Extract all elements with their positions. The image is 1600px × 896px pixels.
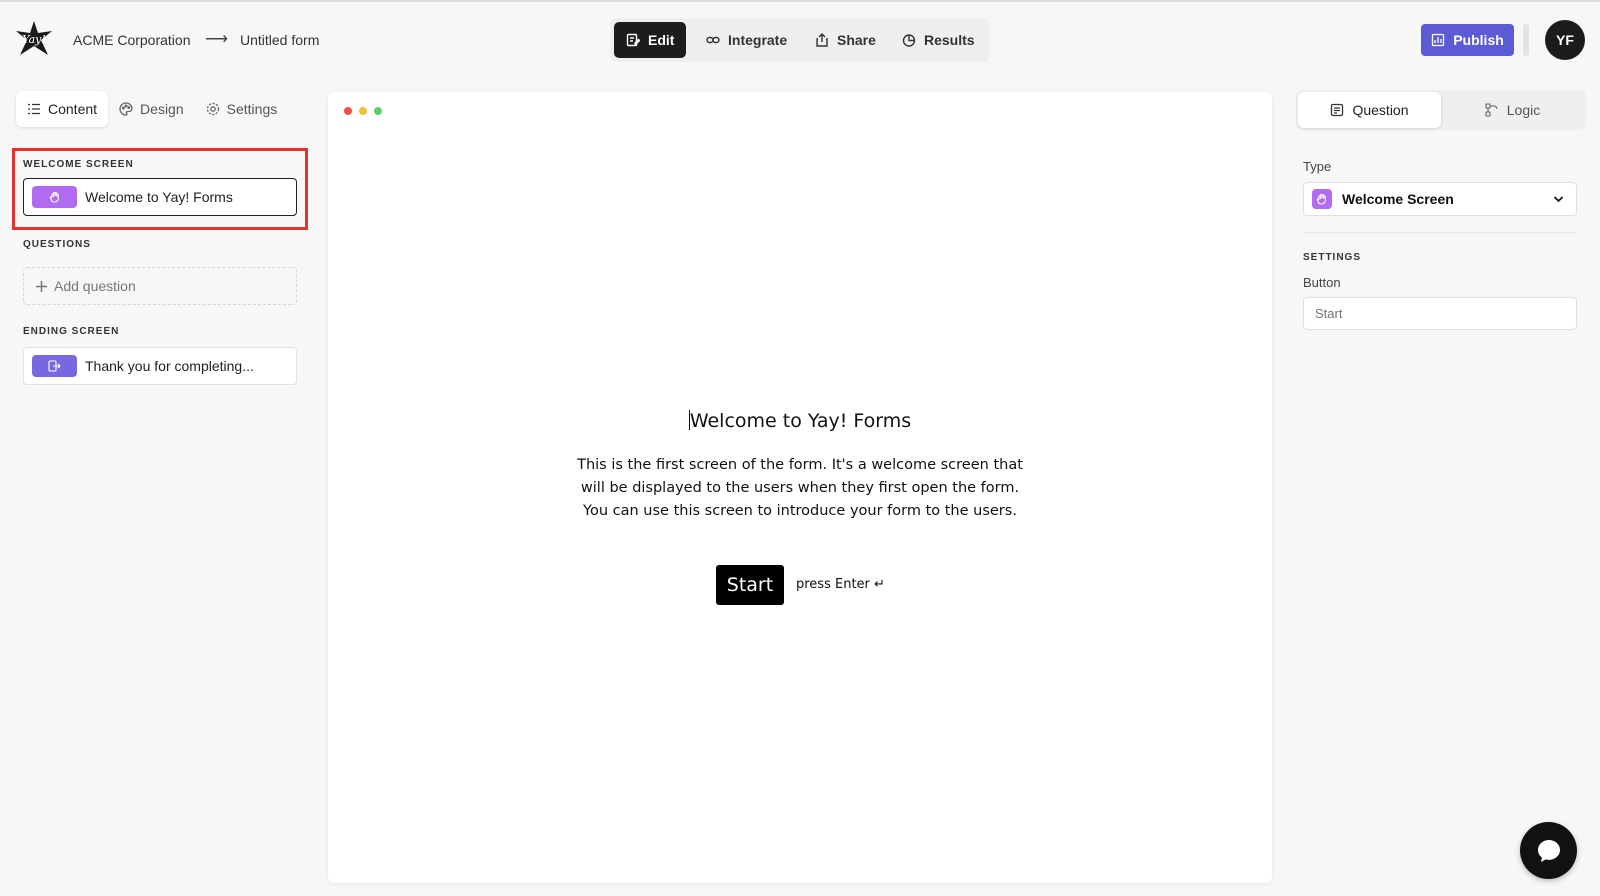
gear-icon	[206, 102, 220, 116]
questions-heading: QUESTIONS	[23, 239, 91, 250]
chat-icon	[1536, 838, 1562, 864]
preview-start-button[interactable]: Start	[716, 565, 784, 605]
ending-screen-heading: ENDING SCREEN	[23, 326, 120, 337]
tab-question[interactable]: Question	[1298, 92, 1441, 128]
type-select-value: Welcome Screen	[1342, 191, 1454, 207]
tab-content-label: Content	[48, 101, 98, 117]
type-label: Type	[1303, 159, 1332, 174]
tab-content[interactable]: Content	[16, 91, 109, 127]
press-enter-hint: press Enter ↵	[796, 577, 885, 592]
tab-edit-label: Edit	[648, 32, 675, 48]
ending-screen-card-label: Thank you for completing...	[85, 358, 254, 374]
exit-icon	[32, 355, 77, 377]
add-question-label: Add question	[54, 278, 136, 294]
tab-results[interactable]: Results	[890, 22, 987, 58]
form-preview: Welcome to Yay! Forms This is the first …	[328, 92, 1272, 883]
tab-question-label: Question	[1352, 102, 1409, 118]
chart-pie-icon	[902, 33, 916, 47]
publish-icon	[1431, 33, 1445, 47]
breadcrumb-form-title[interactable]: Untitled form	[240, 32, 319, 48]
tab-settings[interactable]: Settings	[195, 91, 289, 127]
plus-icon	[36, 280, 47, 292]
window-minimize-dot	[359, 107, 367, 115]
right-panel-tabs: Question Logic	[1296, 90, 1586, 130]
tab-edit[interactable]: Edit	[614, 22, 687, 58]
tab-share-label: Share	[837, 32, 876, 48]
welcome-screen-card-label: Welcome to Yay! Forms	[85, 189, 233, 205]
publish-label: Publish	[1453, 32, 1504, 48]
right-panel-divider	[1303, 232, 1577, 233]
tab-design[interactable]: Design	[108, 91, 195, 127]
question-form-icon	[1330, 103, 1344, 117]
window-maximize-dot	[374, 107, 382, 115]
chat-support-button[interactable]	[1520, 822, 1577, 879]
preview-description-line: This is the first screen of the form. It…	[577, 457, 1023, 473]
welcome-screen-heading: WELCOME SCREEN	[23, 159, 134, 170]
tab-logic-label: Logic	[1506, 102, 1541, 118]
logic-icon	[1485, 103, 1499, 117]
edit-icon	[626, 33, 640, 47]
ending-screen-card[interactable]: Thank you for completing...	[23, 347, 297, 385]
tab-integrate-label: Integrate	[728, 32, 788, 48]
chevron-down-icon	[1553, 195, 1564, 203]
left-panel-tabs: Content Design Settings	[16, 90, 298, 128]
tab-design-label: Design	[140, 101, 184, 117]
mode-switcher: Edit Integrate Share Results	[610, 18, 990, 62]
breadcrumb-org[interactable]: ACME Corporation	[73, 32, 191, 48]
wave-hand-icon	[32, 186, 77, 208]
tab-settings-label: Settings	[226, 101, 278, 117]
type-select[interactable]: Welcome Screen	[1303, 182, 1577, 216]
wave-hand-icon	[1312, 189, 1332, 209]
share-icon	[815, 33, 829, 47]
window-close-dot	[344, 107, 352, 115]
button-text-label: Button	[1303, 275, 1341, 290]
welcome-screen-card[interactable]: Welcome to Yay! Forms	[23, 178, 297, 216]
preview-description-line: You can use this screen to introduce you…	[583, 503, 1017, 519]
tab-integrate[interactable]: Integrate	[694, 22, 799, 58]
svg-text:Yay!: Yay!	[22, 33, 46, 46]
top-bar: Yay! ACME Corporation ⟶ Untitled form Ed…	[0, 2, 1600, 78]
palette-icon	[119, 102, 133, 116]
link-icon	[706, 33, 720, 47]
toolbar-divider	[1523, 24, 1529, 56]
add-question-button[interactable]: Add question	[23, 267, 297, 305]
tab-logic[interactable]: Logic	[1441, 92, 1584, 128]
list-icon	[27, 102, 41, 116]
publish-button[interactable]: Publish	[1421, 24, 1514, 56]
preview-description-line: will be displayed to the users when they…	[580, 480, 1020, 496]
button-text-input[interactable]	[1303, 297, 1577, 330]
settings-heading: SETTINGS	[1303, 252, 1362, 263]
preview-description[interactable]: This is the first screen of the form. It…	[560, 454, 1040, 523]
breadcrumb-arrow-icon: ⟶	[205, 31, 228, 48]
tab-share[interactable]: Share	[803, 22, 888, 58]
tab-results-label: Results	[924, 32, 975, 48]
preview-title-text: Welcome to Yay! Forms	[689, 410, 912, 432]
avatar[interactable]: YF	[1545, 20, 1585, 60]
preview-title[interactable]: Welcome to Yay! Forms	[328, 410, 1272, 432]
yay-logo[interactable]: Yay!	[14, 19, 54, 59]
